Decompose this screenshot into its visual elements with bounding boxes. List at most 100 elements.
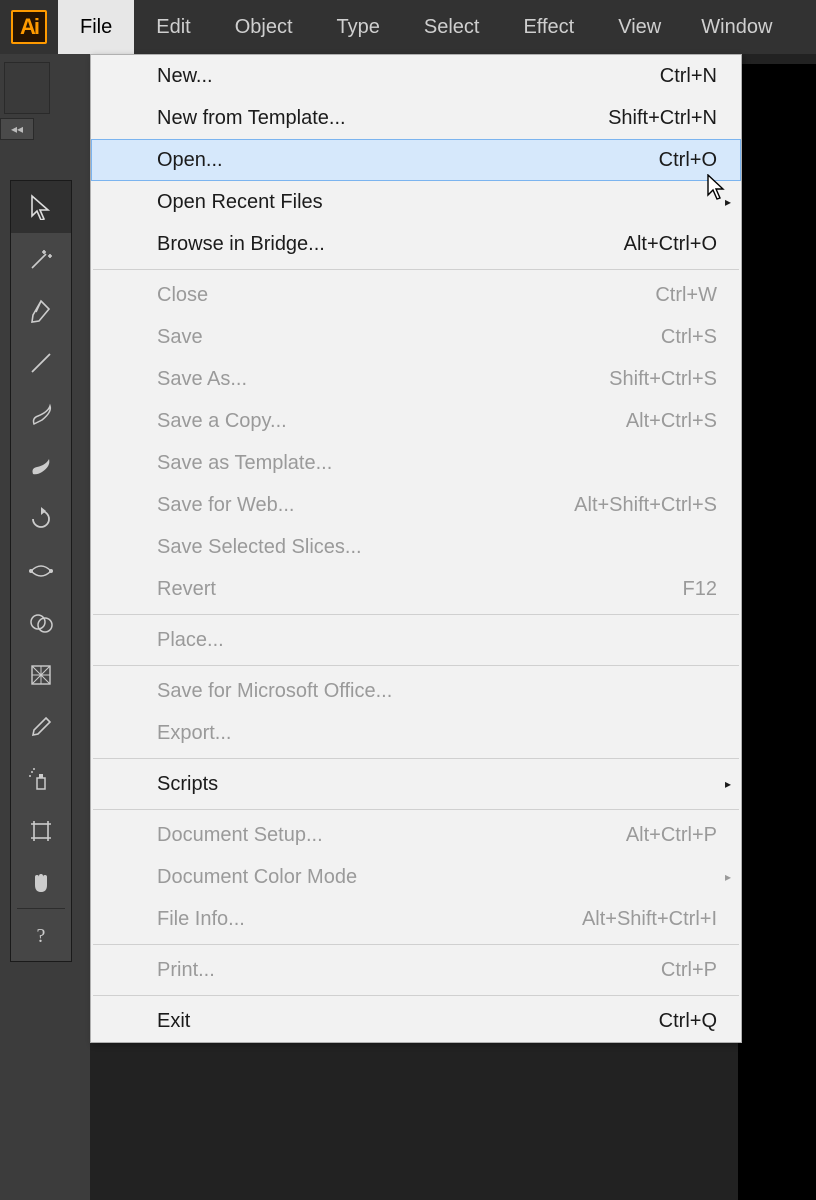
pen-tool[interactable] [11, 285, 71, 337]
menu-item-save-as: Save As... Shift+Ctrl+S [91, 358, 741, 400]
menu-item-label: Browse in Bridge... [157, 233, 325, 256]
menu-item-label: Exit [157, 1010, 190, 1033]
menu-item-shortcut: Ctrl+N [660, 65, 723, 88]
menu-item-browse-in-bridge[interactable]: Browse in Bridge... Alt+Ctrl+O [91, 223, 741, 265]
menubar-item-window[interactable]: Window [683, 0, 772, 54]
brush-icon [28, 402, 54, 428]
menu-item-label: File Info... [157, 908, 245, 931]
menu-item-shortcut: Ctrl+Q [659, 1010, 723, 1033]
menu-separator [93, 614, 739, 615]
menubar-item-effect[interactable]: Effect [501, 0, 596, 54]
toolbox: ? [10, 180, 72, 962]
menu-item-save-for-microsoft-office: Save for Microsoft Office... [91, 670, 741, 712]
eyedropper-icon [28, 714, 54, 740]
menu-item-label: New... [157, 65, 213, 88]
menu-item-save-a-copy: Save a Copy... Alt+Ctrl+S [91, 400, 741, 442]
menu-item-label: Document Setup... [157, 824, 323, 847]
artboard-tool[interactable] [11, 805, 71, 857]
help-icon: ? [28, 922, 54, 948]
app-logo-cell: Ai [0, 0, 58, 54]
selection-tool[interactable] [11, 181, 71, 233]
menu-item-label: Save for Microsoft Office... [157, 680, 392, 703]
menu-item-label: New from Template... [157, 107, 346, 130]
menu-item-shortcut: Alt+Ctrl+O [624, 233, 723, 256]
menu-item-document-setup: Document Setup...Alt+Ctrl+P [91, 814, 741, 856]
menu-item-shortcut: Alt+Ctrl+S [626, 410, 723, 433]
shapebuilder-icon [28, 610, 54, 636]
menu-item-label: Open... [157, 149, 223, 172]
line-icon [28, 350, 54, 376]
blob-brush-tool[interactable] [11, 441, 71, 493]
menu-item-new[interactable]: New... Ctrl+N [91, 55, 741, 97]
menubar-item-edit[interactable]: Edit [134, 0, 212, 54]
menu-item-save-selected-slices: Save Selected Slices... [91, 526, 741, 568]
paintbrush-tool[interactable] [11, 389, 71, 441]
menu-item-label: Export... [157, 722, 231, 745]
menu-item-shortcut: Shift+Ctrl+N [608, 107, 723, 130]
menu-item-place: Place... [91, 619, 741, 661]
menu-item-shortcut: Alt+Shift+Ctrl+S [574, 494, 723, 517]
hand-tool[interactable] [11, 857, 71, 909]
menu-item-revert: Revert F12 [91, 568, 741, 610]
menubar-item-view[interactable]: View [596, 0, 683, 54]
width-icon [28, 558, 54, 584]
menu-item-label: Open Recent Files [157, 191, 323, 214]
menu-item-label: Close [157, 284, 208, 307]
shape-builder-tool[interactable] [11, 597, 71, 649]
dock-tab-stub[interactable] [4, 62, 50, 114]
menu-item-print: Print...Ctrl+P [91, 949, 741, 991]
rotate-icon [28, 506, 54, 532]
canvas-area [738, 64, 816, 1200]
menu-item-label: Print... [157, 959, 215, 982]
menu-item-open[interactable]: Open... Ctrl+O [91, 139, 741, 181]
menubar: FileEditObjectTypeSelectEffectViewWindow [58, 0, 816, 54]
line-segment-tool[interactable] [11, 337, 71, 389]
menu-item-label: Document Color Mode [157, 866, 357, 889]
menu-item-save: Save Ctrl+S [91, 316, 741, 358]
menu-item-label: Save a Copy... [157, 410, 287, 433]
menu-item-file-info: File Info...Alt+Shift+Ctrl+I [91, 898, 741, 940]
menu-item-close: Close Ctrl+W [91, 274, 741, 316]
menu-separator [93, 665, 739, 666]
help-tool[interactable]: ? [11, 909, 71, 961]
menu-item-label: Save as Template... [157, 452, 332, 475]
menu-item-exit[interactable]: Exit Ctrl+Q [91, 1000, 741, 1042]
width-tool[interactable] [11, 545, 71, 597]
rotate-tool[interactable] [11, 493, 71, 545]
magic-wand-tool[interactable] [11, 233, 71, 285]
menu-item-label: Scripts [157, 773, 218, 796]
menubar-item-object[interactable]: Object [213, 0, 315, 54]
menubar-item-type[interactable]: Type [315, 0, 402, 54]
symbol-sprayer-tool[interactable] [11, 753, 71, 805]
menu-item-shortcut: F12 [683, 578, 723, 601]
dock-collapse-icon[interactable]: ◂◂ [0, 118, 34, 140]
menubar-item-file[interactable]: File [58, 0, 134, 54]
eyedropper-tool[interactable] [11, 701, 71, 753]
menu-separator [93, 269, 739, 270]
app-frame: Ai FileEditObjectTypeSelectEffectViewWin… [0, 0, 816, 1200]
menu-item-shortcut: Shift+Ctrl+S [609, 368, 723, 391]
wand-icon [28, 246, 54, 272]
menu-item-shortcut: Ctrl+S [661, 326, 723, 349]
menu-item-shortcut: Ctrl+W [655, 284, 723, 307]
menu-item-label: Save for Web... [157, 494, 294, 517]
menu-item-label: Revert [157, 578, 216, 601]
titlebar: Ai FileEditObjectTypeSelectEffectViewWin… [0, 0, 816, 55]
artboard-icon [28, 818, 54, 844]
svg-text:?: ? [37, 925, 46, 947]
menu-separator [93, 944, 739, 945]
menu-item-open-recent-files[interactable]: Open Recent Files [91, 181, 741, 223]
menu-item-label: Save As... [157, 368, 247, 391]
mesh-tool[interactable] [11, 649, 71, 701]
menu-item-save-for-web: Save for Web... Alt+Shift+Ctrl+S [91, 484, 741, 526]
menubar-item-select[interactable]: Select [402, 0, 502, 54]
menu-item-export: Export... [91, 712, 741, 754]
menu-item-label: Save Selected Slices... [157, 536, 362, 559]
menu-item-scripts[interactable]: Scripts [91, 763, 741, 805]
menu-item-new-from-template[interactable]: New from Template... Shift+Ctrl+N [91, 97, 741, 139]
mesh-icon [28, 662, 54, 688]
menu-separator [93, 809, 739, 810]
menu-item-label: Save [157, 326, 203, 349]
app-logo-icon: Ai [11, 10, 47, 44]
menu-item-shortcut: Ctrl+O [659, 149, 723, 172]
